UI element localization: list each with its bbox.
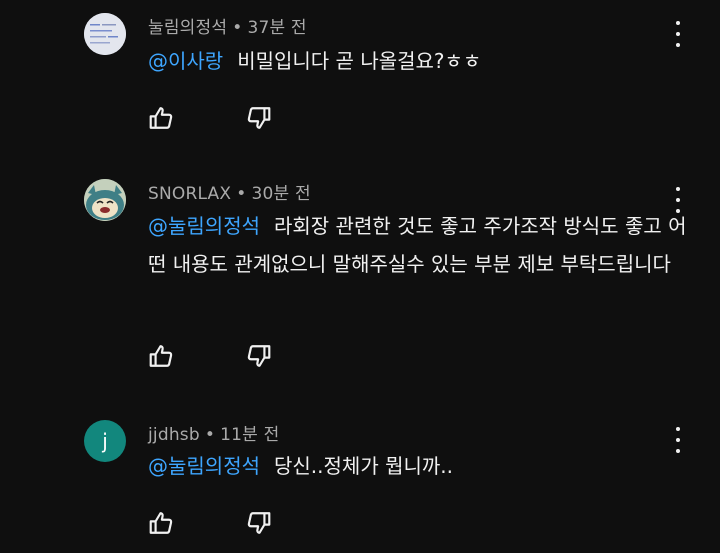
thumbs-up-icon[interactable] [148,510,174,536]
comment-meta: SNORLAX • 30분 전 [148,179,311,204]
comment-meta: jjdhsb • 11분 전 [148,420,279,445]
thumbs-up-icon[interactable] [148,343,174,369]
comment-time[interactable]: 37분 전 [247,18,306,38]
comment-author[interactable]: 눌림의정석 [148,18,227,38]
snorlax-avatar-icon [84,179,126,221]
comment-body: @눌림의정석 라회장 관련한 것도 좋고 주가조작 방식도 좋고 어떤 내용도 관… [148,207,688,283]
thumbs-down-icon[interactable] [246,343,272,369]
more-vertical-icon[interactable] [668,21,688,47]
comment-meta: 눌림의정석 • 37분 전 [148,13,307,38]
avatar-letter: j [102,429,108,453]
comment-text: 비밀입니다 곧 나올걸요?ㅎㅎ [237,49,482,73]
meta-separator: • [236,184,247,204]
mention-link[interactable]: @눌림의정석 [148,454,260,478]
thumbs-up-icon[interactable] [148,105,174,131]
avatar[interactable] [84,179,126,221]
user-avatar-icon [84,13,126,55]
comment-text: 당신..정체가 뭡니까.. [274,454,453,478]
comment-author[interactable]: SNORLAX [148,184,231,204]
comment-body: @눌림의정석 당신..정체가 뭡니까.. [148,447,688,485]
meta-separator: • [204,425,216,445]
thumbs-down-icon[interactable] [246,510,272,536]
mention-link[interactable]: @눌림의정석 [148,214,260,238]
avatar[interactable] [84,13,126,55]
more-vertical-icon[interactable] [668,187,688,213]
comment-time[interactable]: 30분 전 [251,184,310,204]
avatar[interactable]: j [84,420,126,462]
comment-author[interactable]: jjdhsb [148,425,200,445]
comment-body: @이사랑 비밀입니다 곧 나올걸요?ㅎㅎ [148,42,688,80]
meta-separator: • [232,18,243,38]
more-vertical-icon[interactable] [668,427,688,453]
mention-link[interactable]: @이사랑 [148,49,223,73]
comment-time[interactable]: 11분 전 [220,425,279,445]
thumbs-down-icon[interactable] [246,105,272,131]
